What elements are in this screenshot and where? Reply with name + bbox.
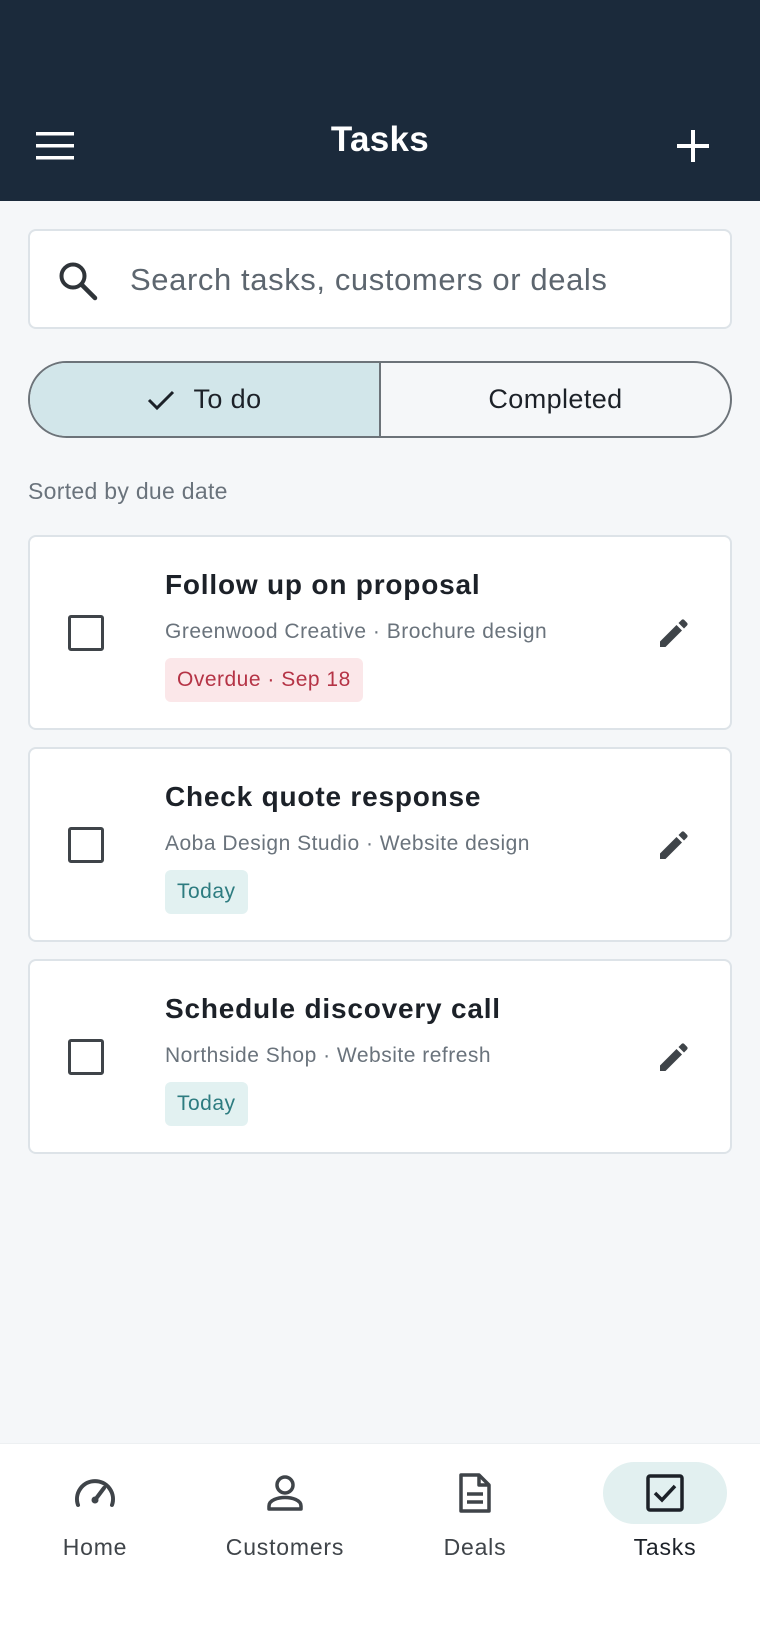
page-title: Tasks xyxy=(330,120,430,159)
nav-icon-wrap xyxy=(603,1462,727,1524)
pencil-icon xyxy=(660,831,688,859)
task-title: Check quote response xyxy=(165,781,482,812)
nav-label-deals: Deals xyxy=(443,1534,507,1560)
check-square-icon xyxy=(646,1474,684,1512)
task-checkbox[interactable] xyxy=(68,615,104,651)
edit-task-button[interactable] xyxy=(650,821,698,869)
nav-label-home: Home xyxy=(62,1534,128,1560)
due-badge: Today xyxy=(165,1082,248,1126)
app-root: Tasks To do Completed Sorted xyxy=(0,0,760,1645)
check-icon xyxy=(147,389,175,411)
nav-icon-wrap xyxy=(413,1462,537,1524)
task-meta: Aoba Design Studio · Website design xyxy=(165,832,530,855)
edit-task-button[interactable] xyxy=(650,609,698,657)
nav-item-customers[interactable]: Customers xyxy=(190,1462,380,1582)
nav-item-deals[interactable]: Deals xyxy=(380,1462,570,1582)
edit-task-button[interactable] xyxy=(650,1033,698,1081)
add-task-button[interactable] xyxy=(662,118,724,174)
speedometer-icon xyxy=(75,1479,115,1507)
search-icon xyxy=(59,262,98,301)
sort-label: Sorted by due date xyxy=(28,478,228,504)
nav-label-tasks: Tasks xyxy=(633,1534,697,1560)
tab-completed[interactable]: Completed xyxy=(381,363,730,436)
nav-item-home[interactable]: Home xyxy=(0,1462,190,1582)
task-list: Follow up on proposal Greenwood Creative… xyxy=(28,535,732,1171)
due-badge: Today xyxy=(165,870,248,914)
task-title: Schedule discovery call xyxy=(165,993,501,1024)
search-input[interactable] xyxy=(130,251,710,309)
task-status-filter: To do Completed xyxy=(28,361,732,438)
nav-icon-wrap xyxy=(33,1462,157,1524)
app-header: Tasks xyxy=(0,0,760,201)
task-title: Follow up on proposal xyxy=(165,569,481,600)
plus-icon xyxy=(677,130,709,162)
task-meta: Greenwood Creative · Brochure design xyxy=(165,620,548,643)
nav-item-tasks[interactable]: Tasks xyxy=(570,1462,760,1582)
pencil-icon xyxy=(660,1043,688,1071)
task-card[interactable]: Follow up on proposal Greenwood Creative… xyxy=(28,535,732,730)
tab-to-do-label: To do xyxy=(193,384,262,414)
tab-to-do[interactable]: To do xyxy=(30,363,381,436)
document-icon xyxy=(459,1473,491,1513)
person-icon xyxy=(267,1475,303,1511)
bottom-navigation: Home Customers Deals Tasks xyxy=(0,1443,760,1645)
tab-completed-label: Completed xyxy=(488,384,623,414)
task-meta: Northside Shop · Website refresh xyxy=(165,1044,492,1067)
due-badge: Overdue · Sep 18 xyxy=(165,658,363,702)
task-checkbox[interactable] xyxy=(68,827,104,863)
nav-label-customers: Customers xyxy=(225,1534,345,1560)
nav-icon-wrap xyxy=(223,1462,347,1524)
task-checkbox[interactable] xyxy=(68,1039,104,1075)
task-card[interactable]: Check quote response Aoba Design Studio … xyxy=(28,747,732,942)
search-box xyxy=(28,229,732,329)
pencil-icon xyxy=(660,619,688,647)
task-card[interactable]: Schedule discovery call Northside Shop ·… xyxy=(28,959,732,1154)
